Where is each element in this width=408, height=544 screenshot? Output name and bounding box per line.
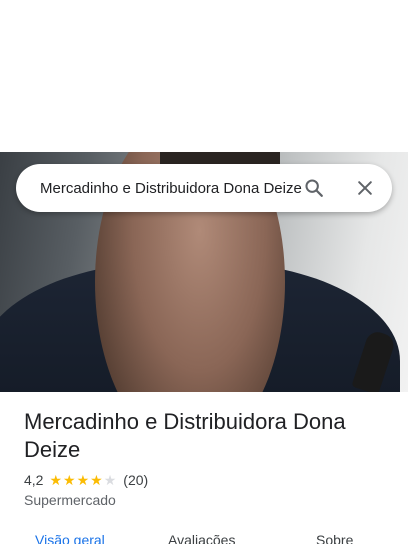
search-bar: [16, 164, 392, 212]
search-input[interactable]: [40, 179, 302, 197]
search-icon[interactable]: [302, 176, 326, 200]
place-title: Mercadinho e Distribuidora Dona Deize: [24, 409, 346, 462]
star-icon: ★: [90, 472, 103, 488]
star-icon: ★: [76, 472, 90, 488]
rating-value: 4,2: [24, 472, 44, 488]
place-category[interactable]: Supermercado: [24, 492, 116, 508]
rating-row[interactable]: 4,2 ★ ★ ★ ★ ★ (20): [24, 470, 148, 490]
star-icon: ★: [49, 472, 63, 488]
rating-stars: ★ ★ ★ ★ ★: [49, 473, 117, 487]
star-icon: ★: [63, 472, 76, 488]
tab-overview[interactable]: Visão geral: [35, 532, 105, 544]
place-tabs: Visão geral Avaliações Sobre: [0, 528, 408, 544]
star-empty-icon: ★: [103, 472, 117, 488]
reviews-count[interactable]: (20): [123, 472, 148, 488]
tab-reviews[interactable]: Avaliações: [168, 532, 235, 544]
close-icon[interactable]: [353, 176, 377, 200]
tab-about[interactable]: Sobre: [316, 532, 353, 544]
